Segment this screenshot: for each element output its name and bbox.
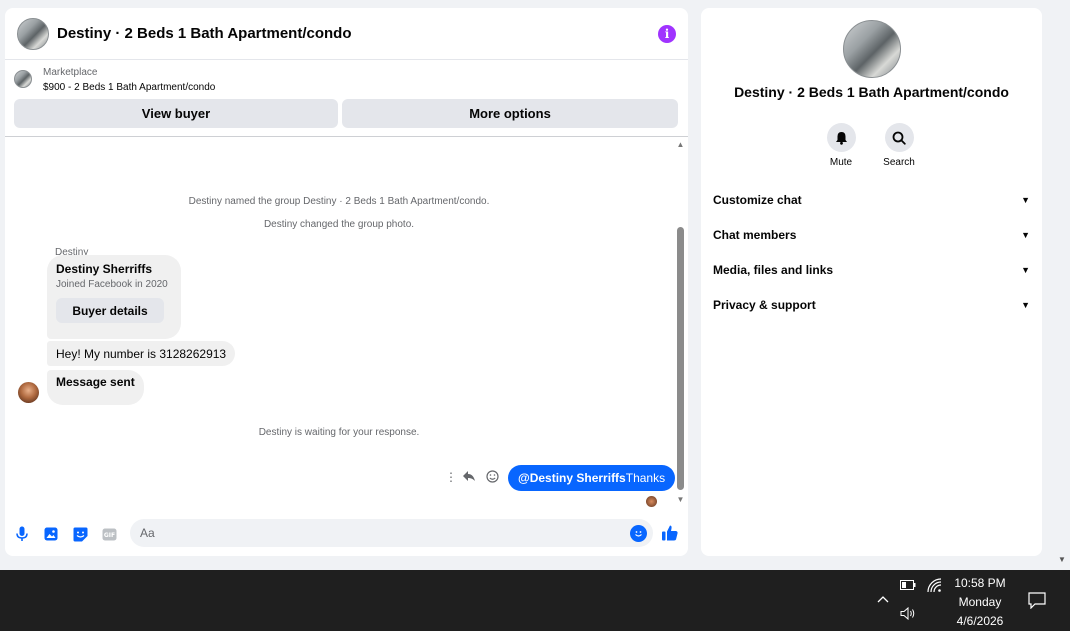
clock-time: 10:58 PM (954, 576, 1006, 590)
mute-button[interactable]: Mute (816, 123, 866, 168)
photo-icon[interactable] (43, 526, 59, 542)
marketplace-listing: Marketplace $900 - 2 Beds 1 Bath Apartme… (5, 60, 688, 137)
listing-label: Marketplace (43, 67, 98, 78)
chevron-down-icon: ▼ (1021, 265, 1030, 275)
message-list: Destiny named the group Destiny · 2 Beds… (5, 137, 688, 518)
more-options-button[interactable]: More options (342, 99, 678, 128)
thumbs-up-icon[interactable] (661, 524, 679, 542)
clock-date: 4/6/2026 (956, 614, 1004, 628)
avatar[interactable] (18, 382, 39, 403)
chevron-down-icon: ▼ (1021, 230, 1030, 240)
group-photo[interactable] (17, 17, 49, 50)
search-label: Search (883, 157, 915, 168)
chat-title[interactable]: Destiny · 2 Beds 1 Bath Apartment/condo (57, 25, 658, 42)
mute-label: Mute (829, 157, 853, 168)
taskbar: 10:58 PM Monday 4/6/2026 (0, 570, 1070, 631)
system-message: Destiny named the group Destiny · 2 Beds… (188, 196, 490, 207)
microphone-icon[interactable] (14, 526, 30, 542)
message-input-placeholder: Aa (140, 526, 155, 540)
info-icon[interactable]: i (658, 24, 676, 43)
chat-details-panel: Destiny · 2 Beds 1 Bath Apartment/condo … (701, 8, 1042, 556)
scroll-up-arrow[interactable]: ▲ (676, 140, 685, 149)
scroll-thumb[interactable] (677, 227, 684, 490)
battery-icon[interactable] (900, 578, 916, 592)
emoji-icon[interactable] (630, 525, 647, 542)
search-icon[interactable] (884, 123, 914, 152)
bell-icon[interactable] (826, 123, 856, 152)
notification-icon[interactable] (1028, 591, 1046, 609)
listing-thumbnail[interactable] (14, 70, 32, 88)
chevron-down-icon: ▼ (1021, 195, 1030, 205)
section-label: Chat members (713, 228, 797, 242)
page-scroll-down-arrow[interactable]: ▼ (1058, 555, 1066, 564)
section-label: Customize chat (713, 193, 802, 207)
buyer-joined: Joined Facebook in 2020 (56, 279, 168, 290)
section-privacy-support[interactable]: Privacy & support ▼ (713, 295, 1030, 315)
clock-day: Monday (958, 595, 1002, 609)
incoming-message[interactable]: Hey! My number is 3128262913 (47, 341, 236, 366)
reply-icon[interactable] (462, 470, 476, 485)
section-customize-chat[interactable]: Customize chat ▼ (713, 190, 1030, 210)
group-photo-large[interactable] (843, 20, 901, 78)
section-label: Media, files and links (713, 263, 834, 277)
chat-panel: Destiny · 2 Beds 1 Bath Apartment/condo … (5, 8, 688, 556)
details-title: Destiny · 2 Beds 1 Bath Apartment/condo (734, 84, 1009, 100)
outgoing-text: Thanks (625, 471, 666, 485)
message-input[interactable]: Aa (130, 519, 653, 547)
chevron-up-icon[interactable] (876, 592, 890, 606)
more-icon[interactable]: ⋮ (445, 470, 457, 484)
buyer-name: Destiny Sherriffs (56, 262, 153, 276)
system-message: Destiny is waiting for your response. (258, 427, 420, 438)
sticker-icon[interactable] (72, 526, 88, 542)
section-media-files-links[interactable]: Media, files and links ▼ (713, 260, 1030, 280)
composer: GIF Aa (5, 518, 688, 554)
mention[interactable]: @Destiny Sherriffs (518, 471, 626, 485)
volume-icon[interactable] (899, 606, 917, 620)
chat-header: Destiny · 2 Beds 1 Bath Apartment/condo … (5, 8, 688, 60)
buyer-details-button[interactable]: Buyer details (56, 298, 164, 323)
scroll-down-arrow[interactable]: ▼ (676, 495, 685, 504)
buyer-card: Destiny Sherriffs Joined Facebook in 202… (47, 255, 181, 339)
outgoing-message[interactable]: @Destiny Sherriffs Thanks (508, 465, 676, 491)
seen-avatar (646, 496, 657, 507)
system-message: Destiny changed the group photo. (263, 219, 415, 230)
section-chat-members[interactable]: Chat members ▼ (713, 225, 1030, 245)
clock[interactable]: 10:58 PM Monday 4/6/2026 (940, 574, 1020, 631)
svg-text:GIF: GIF (103, 532, 114, 539)
incoming-message[interactable]: Message sent (47, 370, 144, 405)
listing-price-title[interactable]: $900 - 2 Beds 1 Bath Apartment/condo (43, 80, 215, 96)
section-label: Privacy & support (713, 298, 816, 312)
scrollbar[interactable]: ▲ ▼ (676, 140, 685, 504)
chevron-down-icon: ▼ (1021, 300, 1030, 310)
view-buyer-button[interactable]: View buyer (14, 99, 338, 128)
search-button[interactable]: Search (874, 123, 924, 168)
gif-icon[interactable]: GIF (101, 526, 117, 542)
react-icon[interactable] (486, 470, 499, 486)
